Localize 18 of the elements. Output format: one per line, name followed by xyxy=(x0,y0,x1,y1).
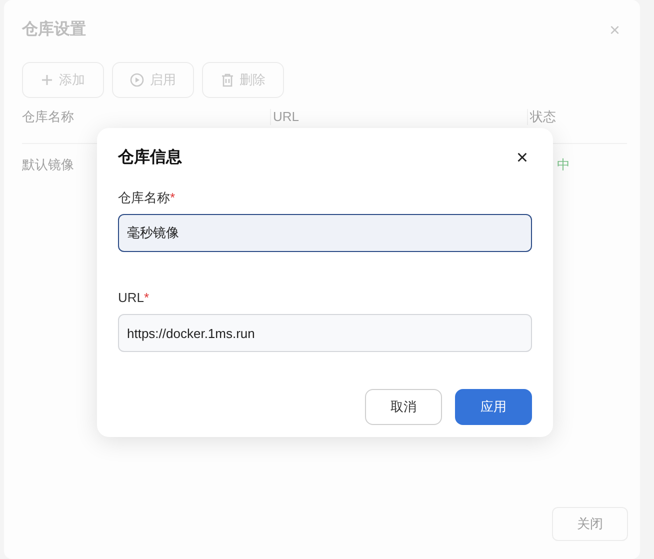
play-icon xyxy=(130,73,144,87)
column-header: URL xyxy=(270,109,527,125)
cancel-button[interactable]: 取消 xyxy=(365,389,442,425)
field-label: URL* xyxy=(118,290,150,306)
input-field[interactable]: https://docker.1ms.run xyxy=(118,314,532,352)
dialog-title: 仓库信息 xyxy=(118,147,182,168)
close-button[interactable]: × xyxy=(516,148,528,168)
plus-icon xyxy=(41,74,53,86)
status-text: 中 xyxy=(557,157,570,172)
close-button[interactable]: 关闭 xyxy=(552,507,628,541)
trash-icon xyxy=(220,73,234,87)
apply-button[interactable]: 应用 xyxy=(455,389,532,425)
input-field[interactable]: 毫秒镜像 xyxy=(118,214,532,252)
table-cell-text: 默认镜像 xyxy=(22,156,74,174)
field-label: 仓库名称* xyxy=(118,190,176,206)
window-title: 仓库设置 xyxy=(22,19,86,40)
column-header: 仓库名称 xyxy=(22,109,75,125)
column-header: 状态 xyxy=(527,109,627,125)
